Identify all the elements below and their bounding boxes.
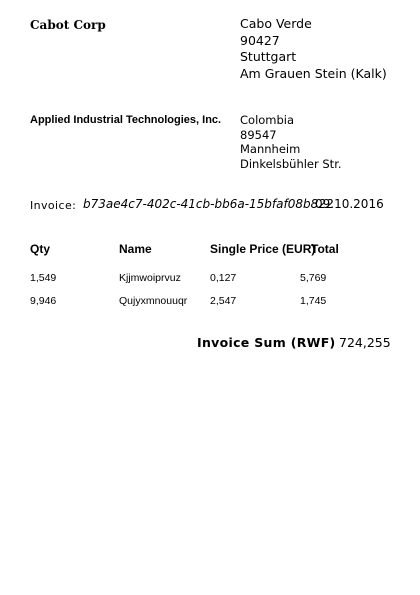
column-header-total: Total xyxy=(311,242,339,256)
recipient-street: Dinkelsbühler Str. xyxy=(240,156,342,171)
cell-qty: 1,549 xyxy=(30,272,57,284)
invoice-sum-label: Invoice Sum (RWF) xyxy=(197,335,336,350)
recipient-name: Applied Industrial Technologies, Inc. xyxy=(30,114,222,126)
invoice-sum-value: 724,255 xyxy=(339,335,391,350)
cell-total: 5,769 xyxy=(300,272,327,284)
invoice-date: 09.10.2016 xyxy=(315,197,384,211)
sender-city: Stuttgart xyxy=(240,49,297,64)
recipient-postal-code: 89547 xyxy=(240,127,277,142)
column-header-name: Name xyxy=(119,242,152,256)
recipient-city: Mannheim xyxy=(240,142,301,156)
sender-address: Cabo Verde 90427 Stuttgart Am Grauen Ste… xyxy=(240,16,387,82)
invoice-id: b73ae4c7-402c-41cb-bb6a-15bfaf08b822 xyxy=(83,197,334,211)
recipient-country: Colombia xyxy=(240,113,295,127)
cell-total: 1,745 xyxy=(300,295,327,307)
sender-postal-code: 90427 xyxy=(240,32,280,48)
cell-qty: 9,946 xyxy=(30,295,57,307)
column-header-qty: Qty xyxy=(30,242,51,256)
cell-single-price: 0,127 xyxy=(210,272,237,284)
column-header-single-price: Single Price (EUR) xyxy=(210,242,316,256)
cell-name: Qujyxmnouuqr xyxy=(119,295,188,307)
cell-name: Kjjmwoiprvuz xyxy=(119,272,181,284)
invoice-label: Invoice: xyxy=(30,199,77,212)
sender-country: Cabo Verde xyxy=(240,16,312,31)
sender-name: Cabot Corp xyxy=(30,18,106,32)
cell-single-price: 2,547 xyxy=(210,295,237,307)
recipient-address: Colombia 89547 Mannheim Dinkelsbühler St… xyxy=(240,113,342,171)
sender-street: Am Grauen Stein (Kalk) xyxy=(240,65,387,81)
